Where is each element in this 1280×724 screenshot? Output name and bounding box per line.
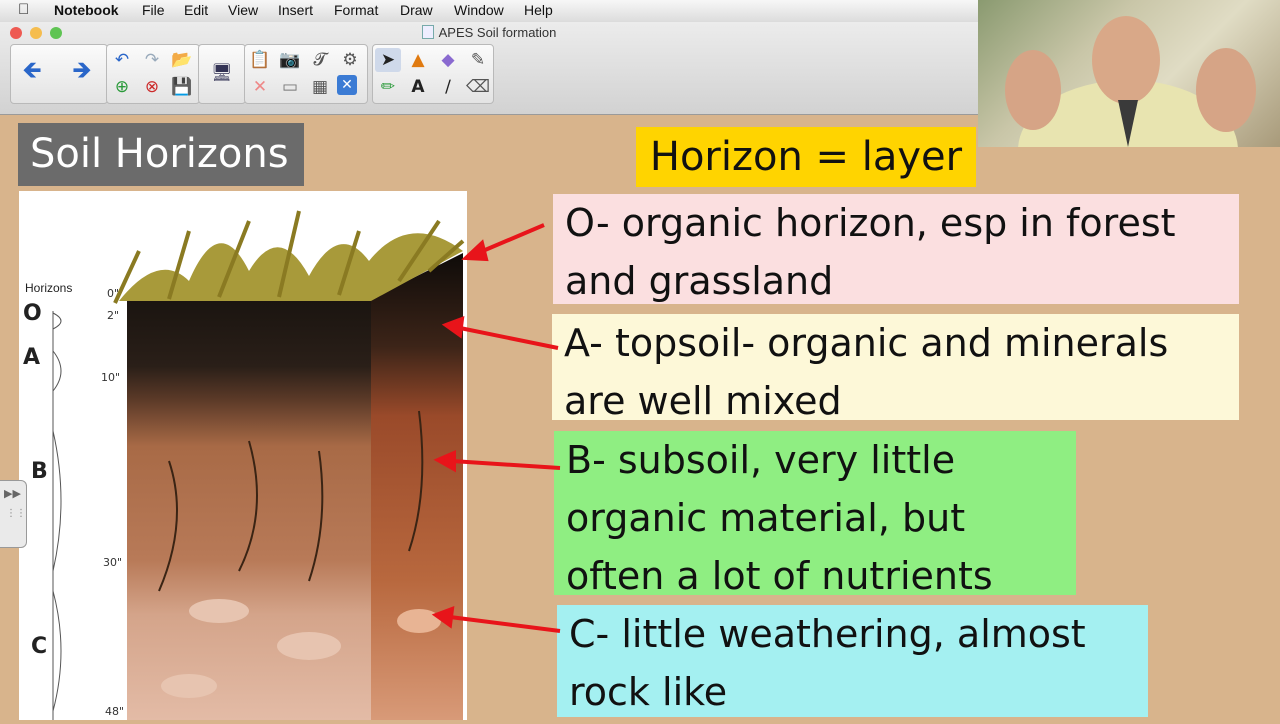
- undo-icon[interactable]: ↶: [109, 48, 135, 72]
- eraser-icon[interactable]: ⌫: [465, 75, 491, 99]
- clipboard-group: 📋 📷 𝓣 ⚙ ✕ ▭ ▦ ✕: [244, 44, 368, 104]
- fill-icon[interactable]: ◆: [435, 48, 461, 72]
- menu-format[interactable]: Format: [334, 2, 378, 18]
- edit-group: ↶ ↷ 📂 ⊕ ⊗ 💾: [106, 44, 200, 104]
- window-toolbar: APES Soil formation 🡸 🡺 ↶ ↷ 📂 ⊕ ⊗ 💾 🖥 📋 …: [0, 22, 978, 115]
- text-tool-icon[interactable]: 𝓣: [307, 48, 333, 72]
- open-icon[interactable]: 📂: [169, 48, 195, 72]
- apple-menu-icon[interactable]: : [18, 1, 29, 18]
- pen-icon[interactable]: ✏: [375, 75, 401, 99]
- menu-window[interactable]: Window: [454, 2, 504, 18]
- redo-icon[interactable]: ↷: [139, 48, 165, 72]
- expand-icon: ▶▶: [4, 487, 21, 500]
- display-group: 🖥: [198, 44, 246, 104]
- menu-draw[interactable]: Draw: [400, 2, 433, 18]
- pen-color-icon[interactable]: ✎: [465, 48, 491, 72]
- screen-capture-icon[interactable]: 📷: [277, 48, 303, 72]
- arrow-a[interactable]: [459, 326, 559, 350]
- screen-shade-icon[interactable]: 🖥: [209, 61, 235, 85]
- extensions-icon[interactable]: ⚙: [337, 48, 363, 72]
- select-icon[interactable]: ➤: [375, 48, 401, 72]
- page-navigation-group: 🡸 🡺: [10, 44, 108, 104]
- close-box-icon[interactable]: ✕: [337, 75, 357, 95]
- window-title: APES Soil formation: [0, 25, 978, 40]
- delete-icon[interactable]: ✕: [247, 75, 273, 99]
- line-icon[interactable]: ∕: [435, 75, 461, 99]
- add-page-icon[interactable]: ⊕: [109, 75, 135, 99]
- menu-notebook[interactable]: Notebook: [54, 2, 119, 18]
- slide-canvas[interactable]: Soil Horizons Horizon = layer Horizons O…: [0, 115, 1280, 720]
- shapes-icon[interactable]: ▲: [405, 48, 431, 72]
- draw-tools-group: ➤ ▲ ◆ ✎ ✏ A ∕ ⌫: [372, 44, 494, 104]
- paste-icon[interactable]: 📋: [247, 48, 273, 72]
- side-panel-tab[interactable]: ▶▶ ⋮⋮: [0, 480, 27, 548]
- presenter-video-icon: [1005, 16, 1256, 147]
- menu-file[interactable]: File: [142, 2, 165, 18]
- webcam-overlay: [978, 0, 1280, 147]
- menu-edit[interactable]: Edit: [184, 2, 208, 18]
- arrow-o[interactable]: [477, 223, 545, 255]
- delete-page-icon[interactable]: ⊗: [139, 75, 165, 99]
- menu-insert[interactable]: Insert: [278, 2, 313, 18]
- save-icon[interactable]: 💾: [169, 75, 195, 99]
- table-icon[interactable]: ▦: [307, 75, 333, 99]
- text-icon[interactable]: A: [405, 75, 431, 99]
- screen-shade-small-icon[interactable]: ▭: [277, 75, 303, 99]
- menu-help[interactable]: Help: [524, 2, 553, 18]
- menu-view[interactable]: View: [228, 2, 258, 18]
- document-icon: [421, 25, 434, 39]
- arrow-b[interactable]: [451, 459, 561, 470]
- arrow-c[interactable]: [449, 615, 561, 633]
- annotation-arrows: [431, 223, 561, 633]
- forward-arrow-icon[interactable]: 🡺: [69, 56, 95, 85]
- back-arrow-icon[interactable]: 🡸: [19, 56, 45, 85]
- grip-icon: ⋮⋮: [6, 508, 26, 519]
